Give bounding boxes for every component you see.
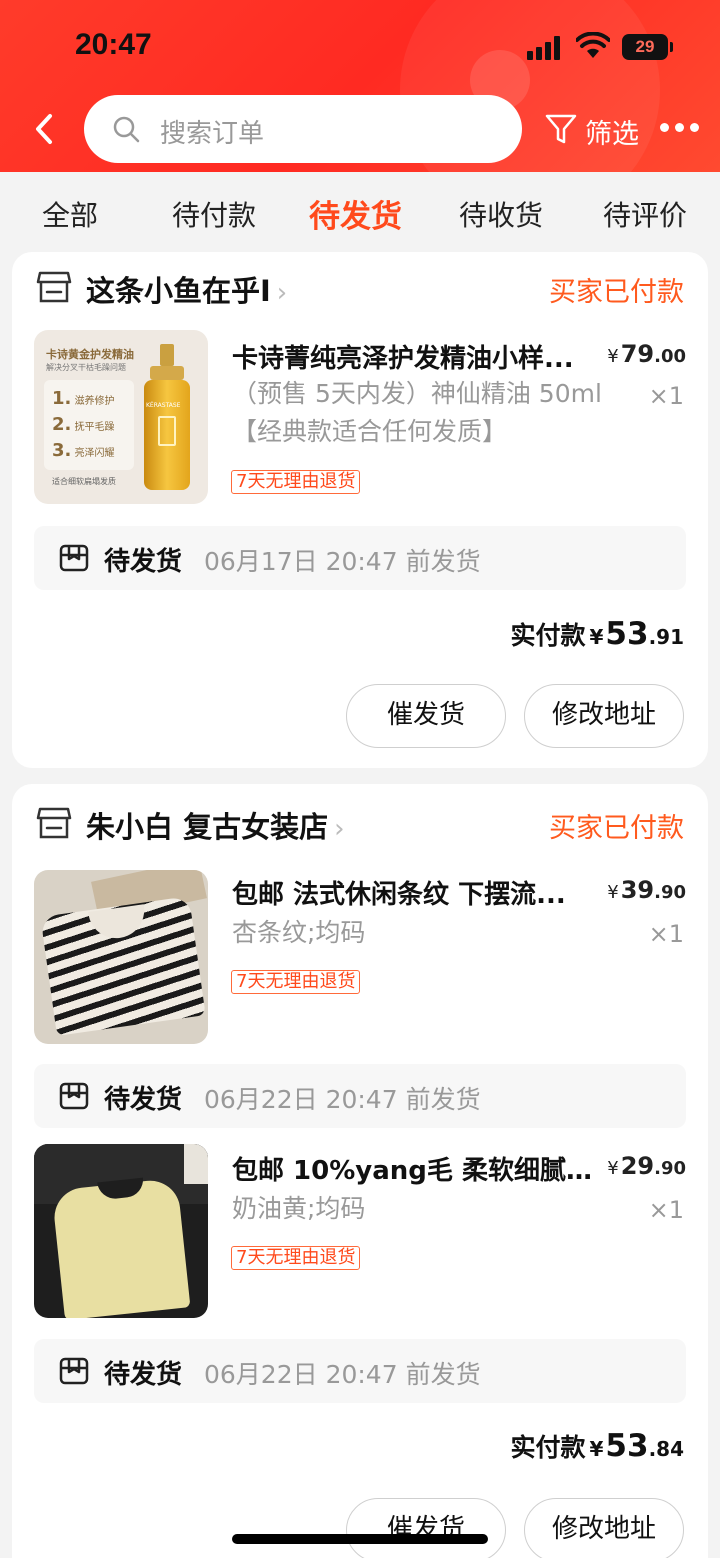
product-quantity: ×1 (648, 1196, 684, 1224)
order-total: 实付款 ¥53.91 (510, 616, 684, 652)
shipping-label: 待发货 (104, 547, 183, 577)
product-image[interactable]: 卡诗黄金护发精油 解决分叉干枯毛躁问题 1. 滋养修护 2. 抚平毛躁 3. 亮… (34, 330, 208, 504)
shipping-label: 待发货 (104, 1085, 183, 1115)
thumb-text: 卡诗黄金护发精油 (46, 348, 134, 361)
shop-icon (36, 271, 72, 303)
thumb-text: 3. 亮泽闪耀 (52, 440, 115, 461)
home-indicator[interactable] (232, 1534, 488, 1544)
shipping-label: 待发货 (104, 1360, 183, 1390)
urge-shipment-button[interactable]: 催发货 (346, 1498, 506, 1558)
product-image[interactable] (34, 870, 208, 1044)
change-address-button[interactable]: 修改地址 (524, 684, 684, 748)
product-quantity: ×1 (648, 382, 684, 410)
product-image[interactable] (34, 1144, 208, 1318)
shop-link[interactable]: 朱小白 复古女装店 › (36, 804, 436, 844)
order-status: 买家已付款 (549, 813, 684, 844)
product-sku: 奶油黄;均码 (232, 1194, 366, 1223)
package-icon (59, 1357, 89, 1385)
tab-pending-payment[interactable]: 待付款 (172, 194, 256, 234)
tab-pending-shipment[interactable]: 待发货 (309, 191, 402, 236)
thumb-text: 1. 滋养修护 (52, 388, 115, 409)
signal-icon (527, 36, 563, 60)
shipping-deadline: 06月17日 20:47 前发货 (204, 547, 481, 576)
package-icon (59, 544, 89, 572)
thumb-text: 适合细软扁塌发质 (52, 477, 116, 486)
product-sku: （预售 5天内发）神仙精油 50ml【经典款适合任何发质】 (232, 379, 602, 446)
tab-pending-review[interactable]: 待评价 (603, 194, 687, 234)
product-sku: 杏条纹;均码 (232, 918, 366, 947)
order-card: 朱小白 复古女装店 › 买家已付款 包邮 法式休闲条纹 下摆流... ¥39.90… (12, 784, 708, 1558)
product-price: ¥79.00 (607, 340, 686, 368)
product-price: ¥39.90 (607, 876, 686, 904)
shop-name: 朱小白 复古女装店 › (86, 810, 345, 844)
back-arrow-icon[interactable] (30, 112, 60, 146)
product-title[interactable]: 包邮 法式休闲条纹 下摆流... (232, 874, 592, 911)
search-placeholder: 搜索订单 (160, 119, 265, 149)
tab-pending-receipt[interactable]: 待收货 (459, 194, 543, 234)
return-policy-badge: 7天无理由退货 (231, 470, 361, 494)
chevron-right-icon: › (276, 278, 288, 308)
thumb-text: 2. 抚平毛躁 (52, 414, 115, 435)
urge-shipment-button[interactable]: 催发货 (346, 684, 506, 748)
order-status: 买家已付款 (549, 277, 684, 308)
filter-label: 筛选 (585, 119, 639, 150)
package-icon (59, 1082, 89, 1110)
tab-all[interactable]: 全部 (42, 194, 98, 234)
wifi-icon (576, 32, 610, 58)
shipping-status-bar: 待发货 06月17日 20:47 前发货 (34, 526, 686, 590)
return-policy-badge: 7天无理由退货 (231, 970, 361, 994)
shipping-status-bar: 待发货 06月22日 20:47 前发货 (34, 1339, 686, 1403)
return-policy-badge: 7天无理由退货 (231, 1246, 361, 1270)
status-bar: 20:47 29 (0, 0, 720, 90)
header-bar: 20:47 29 搜索订单 筛选 (0, 0, 720, 172)
order-total: 实付款 ¥53.84 (510, 1428, 684, 1464)
product-title[interactable]: 包邮 10%yang毛 柔软细腻1... (232, 1150, 592, 1187)
filter-button[interactable]: 筛选 (545, 110, 655, 150)
chevron-right-icon: › (334, 814, 345, 844)
shop-link[interactable]: 这条小鱼在乎I › (36, 268, 436, 308)
change-address-button[interactable]: 修改地址 (524, 1498, 684, 1558)
filter-icon (545, 114, 577, 144)
product-quantity: ×1 (648, 920, 684, 948)
product-title[interactable]: 卡诗菁纯亮泽护发精油小样... (232, 338, 592, 375)
shipping-deadline: 06月22日 20:47 前发货 (204, 1360, 481, 1389)
order-tabs: 全部 待付款 待发货 待收货 待评价 (0, 172, 720, 252)
shipping-deadline: 06月22日 20:47 前发货 (204, 1085, 481, 1114)
battery-icon: 29 (622, 34, 673, 60)
thumb-text: 解决分叉干枯毛躁问题 (46, 363, 126, 372)
search-icon (113, 116, 140, 143)
shipping-status-bar: 待发货 06月22日 20:47 前发货 (34, 1064, 686, 1128)
shop-name: 这条小鱼在乎I › (86, 274, 288, 308)
product-price: ¥29.90 (607, 1152, 686, 1180)
more-icon[interactable] (660, 120, 700, 136)
shop-icon (36, 807, 72, 839)
thumb-text: KÉRASTASE (146, 402, 181, 409)
status-time: 20:47 (75, 28, 152, 61)
search-input[interactable]: 搜索订单 (84, 95, 522, 163)
order-card: 这条小鱼在乎I › 买家已付款 卡诗黄金护发精油 解决分叉干枯毛躁问题 1. 滋养… (12, 252, 708, 768)
